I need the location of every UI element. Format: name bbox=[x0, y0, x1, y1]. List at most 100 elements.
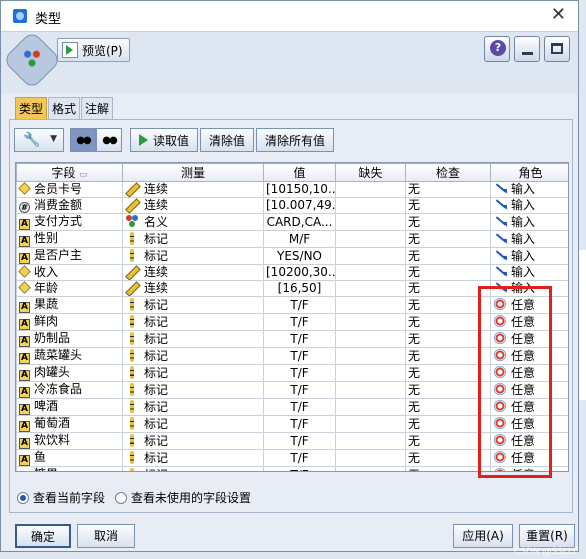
field-cell[interactable]: A 肉罐头 bbox=[16, 364, 123, 382]
apply-button[interactable]: 应用(A) bbox=[453, 524, 513, 548]
field-cell[interactable]: A 蔬菜罐头 bbox=[16, 347, 123, 365]
field-cell[interactable]: A 啤酒 bbox=[16, 398, 123, 416]
help-icon[interactable] bbox=[484, 36, 510, 62]
tab-format[interactable]: 格式 bbox=[48, 97, 81, 119]
maximize-icon[interactable] bbox=[544, 36, 570, 62]
missing-cell[interactable] bbox=[335, 449, 406, 467]
role-cell[interactable]: 输入 bbox=[490, 264, 568, 281]
measure-cell[interactable]: 标记 bbox=[122, 466, 264, 471]
missing-cell[interactable] bbox=[335, 247, 406, 265]
minimize-icon[interactable] bbox=[514, 36, 540, 62]
field-cell[interactable]: A 葡萄酒 bbox=[16, 415, 123, 433]
measure-cell[interactable]: 连续 bbox=[122, 280, 264, 297]
measure-cell[interactable]: 标记 bbox=[122, 247, 264, 265]
measure-cell[interactable]: 标记 bbox=[122, 330, 264, 348]
values-cell[interactable]: CARD,CA... bbox=[263, 213, 336, 231]
missing-cell[interactable] bbox=[335, 432, 406, 450]
values-cell[interactable]: YES/NO bbox=[263, 247, 336, 265]
tools-dropdown[interactable]: 🔧 ▼ bbox=[14, 128, 64, 152]
measure-cell[interactable]: 标记 bbox=[122, 381, 264, 399]
table-row[interactable]: A 支付方式 名义 CARD,CA... 无 输入 bbox=[16, 213, 568, 231]
column-header-role[interactable]: 角色 bbox=[490, 163, 568, 182]
table-row[interactable]: A 是否户主 标记 YES/NO 无 输入 bbox=[16, 247, 568, 265]
values-cell[interactable]: T/F bbox=[263, 449, 336, 467]
field-cell[interactable]: A 性别 bbox=[16, 230, 123, 248]
missing-cell[interactable] bbox=[335, 296, 406, 314]
check-cell[interactable]: 无 bbox=[405, 213, 491, 231]
values-cell[interactable]: T/F bbox=[263, 415, 336, 433]
check-cell[interactable]: 无 bbox=[405, 230, 491, 248]
column-header-values[interactable]: 值 bbox=[263, 163, 336, 182]
check-cell[interactable]: 无 bbox=[405, 247, 491, 265]
table-row[interactable]: # 消费金额 连续 [10.007,49... 无 输入 bbox=[16, 197, 568, 214]
role-cell[interactable]: 输入 bbox=[490, 230, 568, 248]
column-header-field[interactable]: 字段 ▭ bbox=[16, 163, 123, 182]
values-cell[interactable]: [10200,30... bbox=[263, 264, 336, 281]
measure-cell[interactable]: 连续 bbox=[122, 264, 264, 281]
measure-cell[interactable]: 名义 bbox=[122, 213, 264, 231]
missing-cell[interactable] bbox=[335, 381, 406, 399]
preview-button[interactable]: 预览(P) bbox=[57, 38, 130, 62]
view-glasses-on-icon[interactable]: ●● bbox=[70, 128, 96, 152]
measure-cell[interactable]: 标记 bbox=[122, 449, 264, 467]
values-cell[interactable]: T/F bbox=[263, 296, 336, 314]
values-cell[interactable]: T/F bbox=[263, 330, 336, 348]
values-cell[interactable]: T/F bbox=[263, 364, 336, 382]
role-cell[interactable]: 输入 bbox=[490, 247, 568, 265]
missing-cell[interactable] bbox=[335, 213, 406, 231]
read-values-button[interactable]: 读取值 bbox=[130, 128, 199, 152]
tab-annotations[interactable]: 注解 bbox=[81, 97, 114, 119]
measure-cell[interactable]: 标记 bbox=[122, 432, 264, 450]
field-cell[interactable]: 年龄 bbox=[16, 280, 123, 297]
measure-cell[interactable]: 标记 bbox=[122, 415, 264, 433]
values-cell[interactable]: T/F bbox=[263, 347, 336, 365]
missing-cell[interactable] bbox=[335, 330, 406, 348]
clear-all-values-button[interactable]: 清除所有值 bbox=[256, 128, 335, 152]
values-cell[interactable]: [16,50] bbox=[263, 280, 336, 297]
ok-button[interactable]: 确定 bbox=[15, 524, 71, 548]
values-cell[interactable]: T/F bbox=[263, 313, 336, 331]
tab-type[interactable]: 类型 bbox=[15, 97, 48, 119]
field-cell[interactable]: # 消费金额 bbox=[16, 197, 123, 214]
column-header-check[interactable]: 检查 bbox=[405, 163, 491, 182]
missing-cell[interactable] bbox=[335, 364, 406, 382]
measure-cell[interactable]: 标记 bbox=[122, 364, 264, 382]
field-cell[interactable]: A糖果 bbox=[16, 466, 123, 471]
measure-cell[interactable]: 连续 bbox=[122, 181, 264, 198]
field-cell[interactable]: A 支付方式 bbox=[16, 213, 123, 231]
measure-cell[interactable]: 标记 bbox=[122, 347, 264, 365]
field-cell[interactable]: A 鲜肉 bbox=[16, 313, 123, 331]
field-cell[interactable]: A 奶制品 bbox=[16, 330, 123, 348]
measure-cell[interactable]: 连续 bbox=[122, 197, 264, 214]
field-cell[interactable]: A鱼 bbox=[16, 449, 123, 467]
check-cell[interactable]: 无 bbox=[405, 197, 491, 214]
measure-cell[interactable]: 标记 bbox=[122, 230, 264, 248]
role-cell[interactable]: 输入 bbox=[490, 181, 568, 198]
missing-cell[interactable] bbox=[335, 415, 406, 433]
missing-cell[interactable] bbox=[335, 197, 406, 214]
values-cell[interactable]: [10150,10... bbox=[263, 181, 336, 198]
role-cell[interactable]: 输入 bbox=[490, 197, 568, 214]
values-cell[interactable]: T/F bbox=[263, 466, 336, 471]
measure-cell[interactable]: 标记 bbox=[122, 398, 264, 416]
values-cell[interactable]: T/F bbox=[263, 432, 336, 450]
field-cell[interactable]: 会员卡号 bbox=[16, 181, 123, 198]
cancel-button[interactable]: 取消 bbox=[77, 524, 135, 548]
check-cell[interactable]: 无 bbox=[405, 264, 491, 281]
field-cell[interactable]: A 冷冻食品 bbox=[16, 381, 123, 399]
missing-cell[interactable] bbox=[335, 347, 406, 365]
values-cell[interactable]: M/F bbox=[263, 230, 336, 248]
reset-button[interactable]: 重置(R) bbox=[519, 524, 575, 548]
table-row[interactable]: 会员卡号 连续 [10150,10... 无 输入 bbox=[16, 181, 568, 198]
field-cell[interactable]: 收入 bbox=[16, 264, 123, 281]
field-cell[interactable]: A 是否户主 bbox=[16, 247, 123, 265]
values-cell[interactable]: [10.007,49... bbox=[263, 197, 336, 214]
missing-cell[interactable] bbox=[335, 264, 406, 281]
column-header-measure[interactable]: 测量 bbox=[122, 163, 264, 182]
values-cell[interactable]: T/F bbox=[263, 398, 336, 416]
view-unused-fields-radio[interactable]: 查看未使用的字段设置 bbox=[115, 489, 251, 506]
view-glasses-off-icon[interactable]: ●● bbox=[96, 128, 122, 152]
check-cell[interactable]: 无 bbox=[405, 181, 491, 198]
field-cell[interactable]: A 软饮料 bbox=[16, 432, 123, 450]
field-cell[interactable]: A 果蔬 bbox=[16, 296, 123, 314]
